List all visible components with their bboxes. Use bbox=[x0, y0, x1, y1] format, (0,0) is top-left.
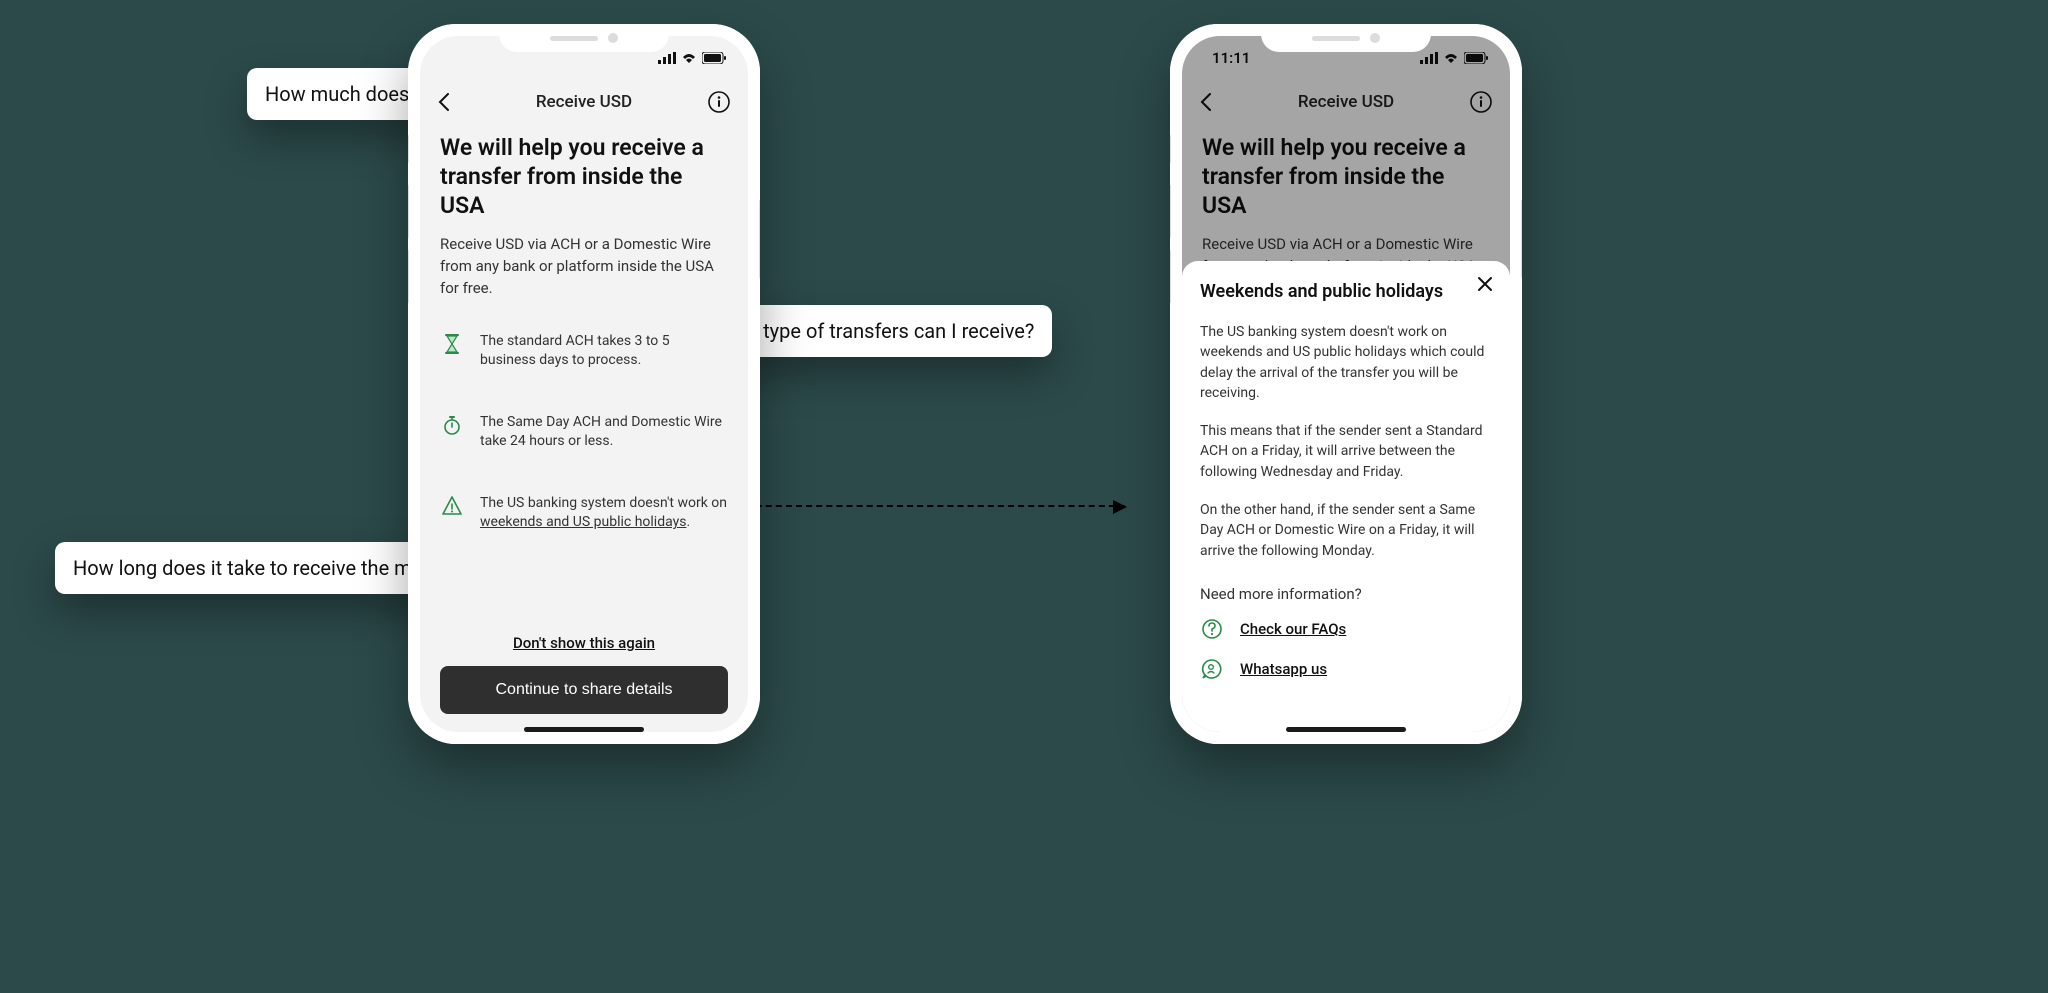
phone-left: Receive USD We will help you receive a t… bbox=[408, 24, 760, 744]
page-subtitle: Receive USD via ACH or a Domestic Wire f… bbox=[440, 234, 728, 299]
nav-title: Receive USD bbox=[1298, 92, 1394, 112]
faqs-link-label: Check our FAQs bbox=[1240, 620, 1346, 638]
battery-icon bbox=[1464, 52, 1488, 64]
bottom-sheet: Weekends and public holidays The US bank… bbox=[1182, 261, 1510, 732]
status-icons bbox=[658, 52, 726, 64]
back-icon[interactable] bbox=[438, 93, 450, 111]
phone-notch bbox=[499, 24, 669, 52]
sheet-p1: The US banking system doesn't work on we… bbox=[1200, 322, 1492, 403]
sheet-title: Weekends and public holidays bbox=[1200, 281, 1492, 302]
sheet-p2: This means that if the sender sent a Sta… bbox=[1200, 421, 1492, 482]
info-text-holidays: The US banking system doesn't work on we… bbox=[480, 494, 728, 533]
stopwatch-icon bbox=[440, 413, 464, 437]
dont-show-link[interactable]: Don't show this again bbox=[513, 634, 655, 652]
info-text-sameday: The Same Day ACH and Domestic Wire take … bbox=[480, 413, 728, 452]
wifi-icon bbox=[1443, 52, 1459, 64]
phone-notch bbox=[1261, 24, 1431, 52]
phone-right: 11:11 Receive USD We will help you recei… bbox=[1170, 24, 1522, 744]
sheet-body: The US banking system doesn't work on we… bbox=[1200, 322, 1492, 579]
info-text-ach: The standard ACH takes 3 to 5 business d… bbox=[480, 332, 728, 371]
info-row-sameday: The Same Day ACH and Domestic Wire take … bbox=[440, 413, 728, 452]
page-title: We will help you receive a transfer from… bbox=[440, 134, 728, 220]
bottom-actions: Don't show this again Continue to share … bbox=[440, 634, 728, 714]
whatsapp-link-label: Whatsapp us bbox=[1240, 660, 1327, 678]
status-icons bbox=[1420, 52, 1488, 64]
faqs-row[interactable]: Check our FAQs bbox=[1200, 617, 1492, 641]
info-row-ach: The standard ACH takes 3 to 5 business d… bbox=[440, 332, 728, 371]
status-time: 11:11 bbox=[1212, 49, 1250, 67]
page-title: We will help you receive a transfer from… bbox=[1202, 134, 1490, 220]
continue-button[interactable]: Continue to share details bbox=[440, 666, 728, 714]
wifi-icon bbox=[681, 52, 697, 64]
close-icon[interactable] bbox=[1474, 273, 1496, 295]
back-icon[interactable] bbox=[1200, 93, 1212, 111]
signal-icon bbox=[658, 52, 676, 64]
sheet-more-label: Need more information? bbox=[1200, 585, 1492, 603]
nav-bar: Receive USD bbox=[1182, 80, 1510, 124]
signal-icon bbox=[1420, 52, 1438, 64]
holidays-link[interactable]: weekends and US public holidays bbox=[480, 514, 686, 530]
warning-icon bbox=[440, 494, 464, 518]
home-indicator bbox=[1286, 727, 1406, 732]
whatsapp-row[interactable]: Whatsapp us bbox=[1200, 657, 1492, 681]
question-icon bbox=[1200, 617, 1224, 641]
info-icon[interactable] bbox=[708, 91, 730, 113]
main-content: We will help you receive a transfer from… bbox=[420, 124, 748, 732]
info-row-holidays: The US banking system doesn't work on we… bbox=[440, 494, 728, 533]
nav-bar: Receive USD bbox=[420, 80, 748, 124]
whatsapp-icon bbox=[1200, 657, 1224, 681]
nav-title: Receive USD bbox=[536, 92, 632, 112]
sheet-p3: On the other hand, if the sender sent a … bbox=[1200, 500, 1492, 561]
battery-icon bbox=[702, 52, 726, 64]
hourglass-icon bbox=[440, 332, 464, 356]
info-icon[interactable] bbox=[1470, 91, 1492, 113]
home-indicator bbox=[524, 727, 644, 732]
